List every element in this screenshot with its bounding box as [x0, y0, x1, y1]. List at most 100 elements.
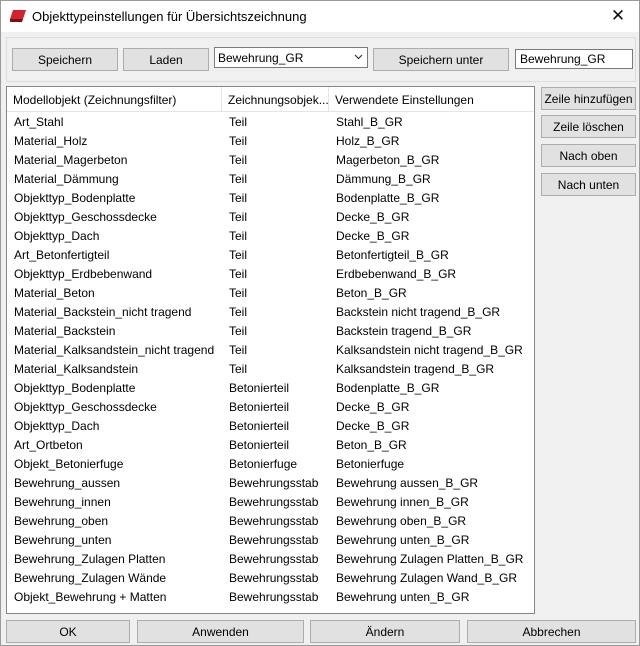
table-row[interactable]: Art_Betonfertigteil Teil Betonfertigteil_B…: [7, 246, 534, 265]
save-as-button[interactable]: Speichern unter: [373, 48, 509, 71]
close-icon[interactable]: ✕: [605, 4, 631, 28]
save-as-name-input[interactable]: [515, 49, 633, 69]
table-row[interactable]: Objekttyp_Dach Teil Decke_B_GR: [7, 227, 534, 246]
column-header-model-object[interactable]: Modellobjekt (Zeichnungsfilter): [7, 87, 222, 112]
table-row[interactable]: Objekttyp_Geschossdecke Teil Decke_B_GR: [7, 208, 534, 227]
table-header: Modellobjekt (Zeichnungsfilter) Zeichnun…: [7, 87, 534, 112]
cell-settings: Beton_B_GR: [336, 438, 407, 452]
cell-settings: Erdbebenwand_B_GR: [336, 267, 457, 281]
cell-settings: Betonierfuge: [336, 457, 405, 471]
cell-settings: Magerbeton_B_GR: [336, 153, 440, 167]
cell-model-object: Objekttyp_Erdbebenwand: [14, 267, 153, 281]
cell-settings: Bodenplatte_B_GR: [336, 381, 440, 395]
add-row-button[interactable]: Zeile hinzufügen: [541, 87, 636, 110]
cell-drawing-object: Bewehrungsstab: [229, 571, 319, 585]
cell-model-object: Bewehrung_oben: [14, 514, 109, 528]
cell-model-object: Bewehrung_innen: [14, 495, 111, 509]
cell-settings: Stahl_B_GR: [336, 115, 403, 129]
table-row[interactable]: Art_Stahl Teil Stahl_B_GR: [7, 113, 534, 132]
cell-settings: Bewehrung aussen_B_GR: [336, 476, 479, 490]
cell-drawing-object: Teil: [229, 267, 248, 281]
table-row[interactable]: Objekt_Betonierfuge Betonierfuge Betonierf…: [7, 455, 534, 474]
cell-settings: Betonfertigteil_B_GR: [336, 248, 449, 262]
cell-settings: Holz_B_GR: [336, 134, 400, 148]
cell-settings: Decke_B_GR: [336, 419, 410, 433]
cell-drawing-object: Teil: [229, 343, 248, 357]
table-row[interactable]: Objekttyp_Geschossdecke Betonierteil Decke…: [7, 398, 534, 417]
cell-model-object: Material_Backstein_nicht tragend: [14, 305, 192, 319]
cancel-button[interactable]: Abbrechen: [467, 620, 636, 643]
apply-button[interactable]: Anwenden: [137, 620, 304, 643]
cell-model-object: Objekttyp_Geschossdecke: [14, 400, 157, 414]
table-row[interactable]: Bewehrung_Zulagen Wände Bewehrungsstab Bew…: [7, 569, 534, 588]
column-header-settings[interactable]: Verwendete Einstellungen: [329, 87, 534, 112]
cell-model-object: Material_Kalksandstein_nicht tragend: [14, 343, 215, 357]
table-row[interactable]: Objekttyp_Dach Betonierteil Decke_B_GR: [7, 417, 534, 436]
table-row[interactable]: Art_Ortbeton Betonierteil Beton_B_GR: [7, 436, 534, 455]
table-row[interactable]: Material_Kalksandstein Teil Kalksandstein …: [7, 360, 534, 379]
cell-settings: Dämmung_B_GR: [336, 172, 431, 186]
cell-model-object: Bewehrung_unten: [14, 533, 112, 547]
cell-drawing-object: Bewehrungsstab: [229, 476, 319, 490]
toolbar: Speichern Laden Bewehrung_GR Speichern u…: [6, 37, 636, 82]
cell-drawing-object: Teil: [229, 134, 248, 148]
table-row[interactable]: Material_Holz Teil Holz_B_GR: [7, 132, 534, 151]
table-row[interactable]: Bewehrung_aussen Bewehrungsstab Bewehrung …: [7, 474, 534, 493]
table-row[interactable]: Material_Beton Teil Beton_B_GR: [7, 284, 534, 303]
cell-model-object: Objekt_Betonierfuge: [14, 457, 124, 471]
table-row[interactable]: Material_Backstein Teil Backstein tragend_…: [7, 322, 534, 341]
save-button[interactable]: Speichern: [12, 48, 118, 71]
settings-table[interactable]: Modellobjekt (Zeichnungsfilter) Zeichnun…: [6, 86, 535, 614]
window-title: Objekttypeinstellungen für Übersichtszei…: [32, 9, 307, 24]
cell-drawing-object: Bewehrungsstab: [229, 552, 319, 566]
cell-settings: Bewehrung oben_B_GR: [336, 514, 467, 528]
table-row[interactable]: Objekttyp_Bodenplatte Teil Bodenplatte_B_G…: [7, 189, 534, 208]
move-up-button[interactable]: Nach oben: [541, 144, 636, 167]
load-button[interactable]: Laden: [123, 48, 209, 71]
cell-drawing-object: Teil: [229, 305, 248, 319]
cell-drawing-object: Teil: [229, 324, 248, 338]
column-header-drawing-object[interactable]: Zeichnungsobjek...: [222, 87, 329, 112]
cell-settings: Backstein nicht tragend_B_GR: [336, 305, 501, 319]
title-bar[interactable]: Objekttypeinstellungen für Übersichtszei…: [1, 1, 639, 32]
table-row[interactable]: Material_Kalksandstein_nicht tragend Teil…: [7, 341, 534, 360]
settings-combo[interactable]: Bewehrung_GR: [214, 47, 368, 68]
cell-drawing-object: Teil: [229, 191, 248, 205]
cell-model-object: Objekt_Bewehrung + Matten: [14, 590, 167, 604]
cell-drawing-object: Betonierteil: [229, 381, 290, 395]
ok-button[interactable]: OK: [6, 620, 130, 643]
cell-model-object: Art_Ortbeton: [14, 438, 83, 452]
cell-drawing-object: Teil: [229, 229, 248, 243]
cell-drawing-object: Teil: [229, 362, 248, 376]
cell-settings: Bewehrung Zulagen Platten_B_GR: [336, 552, 524, 566]
table-row[interactable]: Material_Backstein_nicht tragend Teil Back…: [7, 303, 534, 322]
cell-model-object: Objekttyp_Geschossdecke: [14, 210, 157, 224]
cell-drawing-object: Bewehrungsstab: [229, 495, 319, 509]
dialog-window: Objekttypeinstellungen für Übersichtszei…: [0, 0, 640, 646]
modify-button[interactable]: Ändern: [310, 620, 460, 643]
table-row[interactable]: Material_Dämmung Teil Dämmung_B_GR: [7, 170, 534, 189]
table-body: Art_Stahl Teil Stahl_B_GR Material_Holz Teil…: [7, 113, 534, 607]
delete-row-button[interactable]: Zeile löschen: [541, 115, 636, 138]
move-down-button[interactable]: Nach unten: [541, 173, 636, 196]
table-row[interactable]: Bewehrung_innen Bewehrungsstab Bewehrung i…: [7, 493, 534, 512]
table-row[interactable]: Objekt_Bewehrung + Matten Bewehrungsstab B…: [7, 588, 534, 607]
cell-settings: Bewehrung Zulagen Wand_B_GR: [336, 571, 517, 585]
cell-model-object: Objekttyp_Bodenplatte: [14, 381, 136, 395]
table-row[interactable]: Material_Magerbeton Teil Magerbeton_B_GR: [7, 151, 534, 170]
cell-model-object: Material_Magerbeton: [14, 153, 128, 167]
cell-settings: Bewehrung innen_B_GR: [336, 495, 469, 509]
cell-model-object: Objekttyp_Dach: [14, 419, 100, 433]
table-row[interactable]: Bewehrung_oben Bewehrungsstab Bewehrung ob…: [7, 512, 534, 531]
table-row[interactable]: Bewehrung_Zulagen Platten Bewehrungsstab B…: [7, 550, 534, 569]
cell-model-object: Art_Stahl: [14, 115, 64, 129]
cell-drawing-object: Bewehrungsstab: [229, 514, 319, 528]
cell-drawing-object: Teil: [229, 286, 248, 300]
table-row[interactable]: Objekttyp_Bodenplatte Betonierteil Bodenpl…: [7, 379, 534, 398]
cell-settings: Backstein tragend_B_GR: [336, 324, 472, 338]
cell-settings: Decke_B_GR: [336, 229, 410, 243]
table-row[interactable]: Objekttyp_Erdbebenwand Teil Erdbebenwand_B…: [7, 265, 534, 284]
cell-model-object: Objekttyp_Bodenplatte: [14, 191, 136, 205]
cell-settings: Decke_B_GR: [336, 400, 410, 414]
table-row[interactable]: Bewehrung_unten Bewehrungsstab Bewehrung u…: [7, 531, 534, 550]
